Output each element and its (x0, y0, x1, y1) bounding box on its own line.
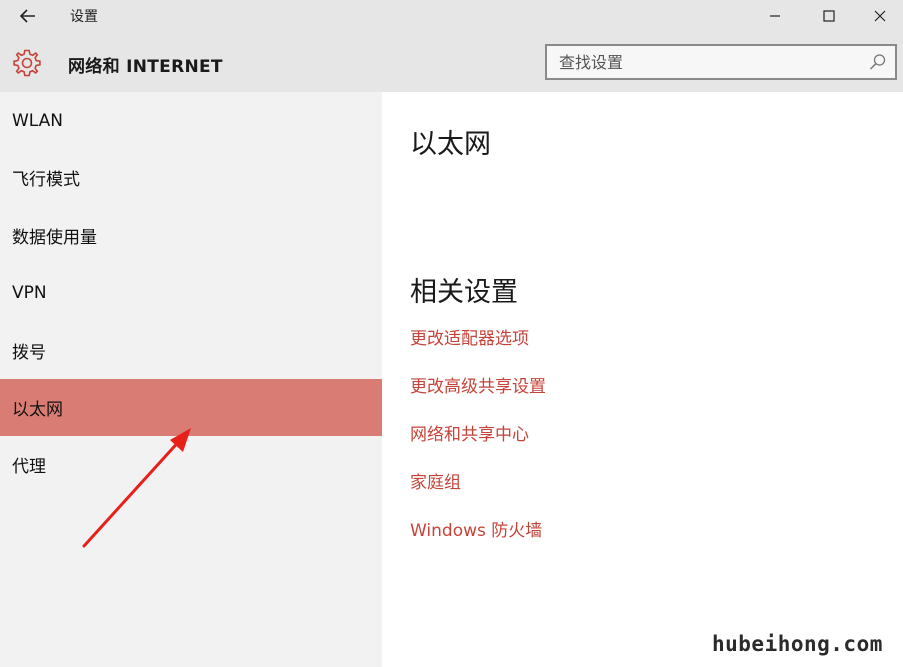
maximize-button[interactable] (802, 0, 856, 32)
watermark: hubeihong.com (712, 632, 883, 656)
settings-header: 网络和 INTERNET (0, 32, 903, 92)
link-change-adapter-options[interactable]: 更改适配器选项 (410, 324, 529, 349)
sidebar-item-vpn[interactable]: VPN (0, 264, 382, 321)
back-arrow-icon (20, 9, 35, 23)
main-content: 以太网 相关设置 更改适配器选项 更改高级共享设置 网络和共享中心 家庭组 Wi… (382, 92, 903, 667)
link-network-sharing-center[interactable]: 网络和共享中心 (410, 420, 529, 445)
link-advanced-sharing-settings[interactable]: 更改高级共享设置 (410, 372, 546, 397)
sidebar-item-ethernet[interactable]: 以太网 (0, 379, 382, 436)
search-icon[interactable] (869, 53, 887, 71)
sidebar-item-label: 代理 (12, 457, 46, 477)
search-input[interactable] (547, 46, 857, 78)
sidebar-item-data-usage[interactable]: 数据使用量 (0, 207, 382, 264)
sidebar-item-label: 飞行模式 (12, 170, 80, 190)
gear-icon (13, 49, 41, 77)
link-windows-firewall[interactable]: Windows 防火墙 (410, 516, 542, 541)
page-title: 以太网 (410, 129, 491, 160)
sidebar-item-label: 拨号 (12, 343, 46, 363)
back-button[interactable] (8, 0, 48, 32)
sidebar-item-wlan[interactable]: WLAN (0, 92, 382, 149)
sidebar-item-label: 数据使用量 (12, 228, 97, 248)
sidebar-item-airplane-mode[interactable]: 飞行模式 (0, 149, 382, 206)
sidebar-item-label: WLAN (12, 110, 64, 131)
sidebar-nav: WLAN 飞行模式 数据使用量 VPN 拨号 以太网 代理 (0, 92, 382, 667)
sidebar-item-label: VPN (12, 282, 47, 303)
minimize-button[interactable] (748, 0, 802, 32)
sidebar-item-proxy[interactable]: 代理 (0, 436, 382, 493)
sidebar-item-label: 以太网 (12, 400, 63, 420)
section-title: 网络和 INTERNET (68, 57, 223, 77)
link-homegroup[interactable]: 家庭组 (410, 468, 461, 493)
search-box[interactable] (545, 44, 897, 80)
related-settings-heading: 相关设置 (410, 277, 518, 308)
sidebar-item-dial-up[interactable]: 拨号 (0, 322, 382, 379)
close-icon (874, 10, 885, 22)
close-button[interactable] (856, 0, 903, 32)
maximize-icon (823, 10, 835, 22)
minimize-icon (770, 15, 780, 17)
title-bar: 设置 (0, 0, 903, 32)
window-title: 设置 (70, 9, 98, 25)
